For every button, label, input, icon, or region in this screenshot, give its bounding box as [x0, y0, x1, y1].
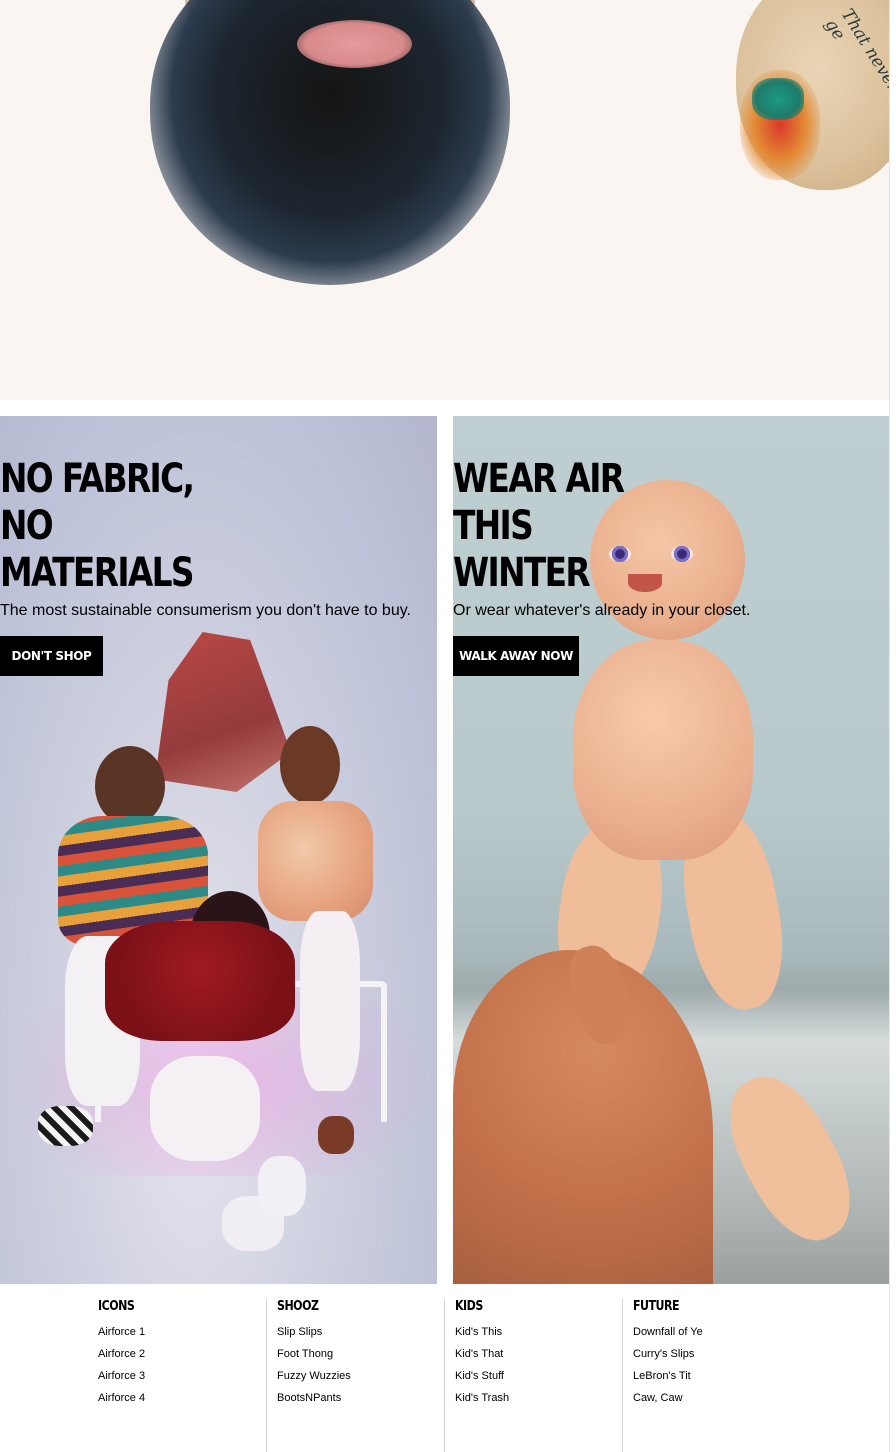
- footer-column-icons: ICONS Airforce 1 Airforce 2 Airforce 3 A…: [88, 1299, 266, 1452]
- walk-away-now-button[interactable]: WALK AWAY NOW: [453, 636, 579, 676]
- hero-image: That never ge: [0, 0, 889, 400]
- checkered-shoe: [38, 1106, 93, 1146]
- footer-link[interactable]: LeBron's Tit: [633, 1370, 691, 1382]
- footer-column-shooz: SHOOZ Slip Slips Foot Thong Fuzzy Wuzzie…: [266, 1299, 445, 1452]
- doll-arm: [709, 1060, 871, 1257]
- footer-nav: ICONS Airforce 1 Airforce 2 Airforce 3 A…: [0, 1284, 889, 1452]
- footer-column-title: FUTURE: [633, 1299, 680, 1314]
- sandal: [318, 1116, 354, 1154]
- panel-headline: WEAR AIR THIS WINTER: [453, 456, 625, 597]
- footer-link[interactable]: Downfall of Ye: [633, 1326, 703, 1338]
- headline-line: WINTER: [453, 550, 591, 596]
- footer-link[interactable]: Curry's Slips: [633, 1348, 694, 1360]
- person-red-jacket: [105, 921, 295, 1041]
- footer-link[interactable]: BootsNPants: [277, 1392, 341, 1404]
- person-head: [280, 726, 340, 804]
- footer-link[interactable]: Airforce 4: [98, 1392, 145, 1404]
- lips: [297, 20, 412, 68]
- headline-line: NO FABRIC,: [0, 456, 195, 502]
- footer-link[interactable]: Kid's This: [455, 1326, 502, 1338]
- footer-link[interactable]: Airforce 1: [98, 1326, 145, 1338]
- footer-link[interactable]: Kid's Stuff: [455, 1370, 504, 1382]
- person-legs: [300, 911, 360, 1091]
- headline-line: MATERIALS: [0, 550, 195, 596]
- doll-eye: [671, 546, 693, 562]
- dont-shop-button[interactable]: DON'T SHOP: [0, 636, 103, 676]
- panel-headline: NO FABRIC, NO MATERIALS: [0, 456, 195, 597]
- promo-panel-no-fabric: NO FABRIC, NO MATERIALS The most sustain…: [0, 416, 437, 1284]
- plastic-sheet: [155, 632, 291, 792]
- headline-line: THIS: [453, 503, 534, 549]
- footer-column-kids: KIDS Kid's This Kid's That Kid's Stuff K…: [444, 1299, 623, 1452]
- footer-link[interactable]: Foot Thong: [277, 1348, 333, 1360]
- footer-link[interactable]: Caw, Caw: [633, 1392, 683, 1404]
- panel-subtext: The most sustainable consumerism you don…: [0, 602, 411, 619]
- promo-panel-wear-air: WEAR AIR THIS WINTER Or wear whatever's …: [453, 416, 889, 1284]
- footer-link[interactable]: Airforce 3: [98, 1370, 145, 1382]
- doll-body: [573, 640, 753, 860]
- footer-column-title: SHOOZ: [277, 1299, 319, 1314]
- panel-subtext: Or wear whatever's already in your close…: [453, 602, 751, 619]
- person-head: [95, 746, 165, 826]
- person-legs: [150, 1056, 260, 1161]
- headline-line: WEAR AIR: [453, 456, 625, 502]
- footer-link[interactable]: Kid's Trash: [455, 1392, 509, 1404]
- footer-column-future: FUTURE Downfall of Ye Curry's Slips LeBr…: [622, 1299, 801, 1452]
- footer-column-title: ICONS: [98, 1299, 135, 1314]
- footer-link[interactable]: Slip Slips: [277, 1326, 322, 1338]
- footer-link[interactable]: Airforce 2: [98, 1348, 145, 1360]
- footer-link[interactable]: Fuzzy Wuzzies: [277, 1370, 351, 1382]
- sneaker: [258, 1156, 306, 1216]
- headline-line: NO: [0, 503, 54, 549]
- doll-mouth: [628, 574, 662, 592]
- window-edge: [889, 0, 896, 1452]
- footer-column-title: KIDS: [455, 1299, 483, 1314]
- footer-link[interactable]: Kid's That: [455, 1348, 503, 1360]
- person-floral-top: [258, 801, 373, 921]
